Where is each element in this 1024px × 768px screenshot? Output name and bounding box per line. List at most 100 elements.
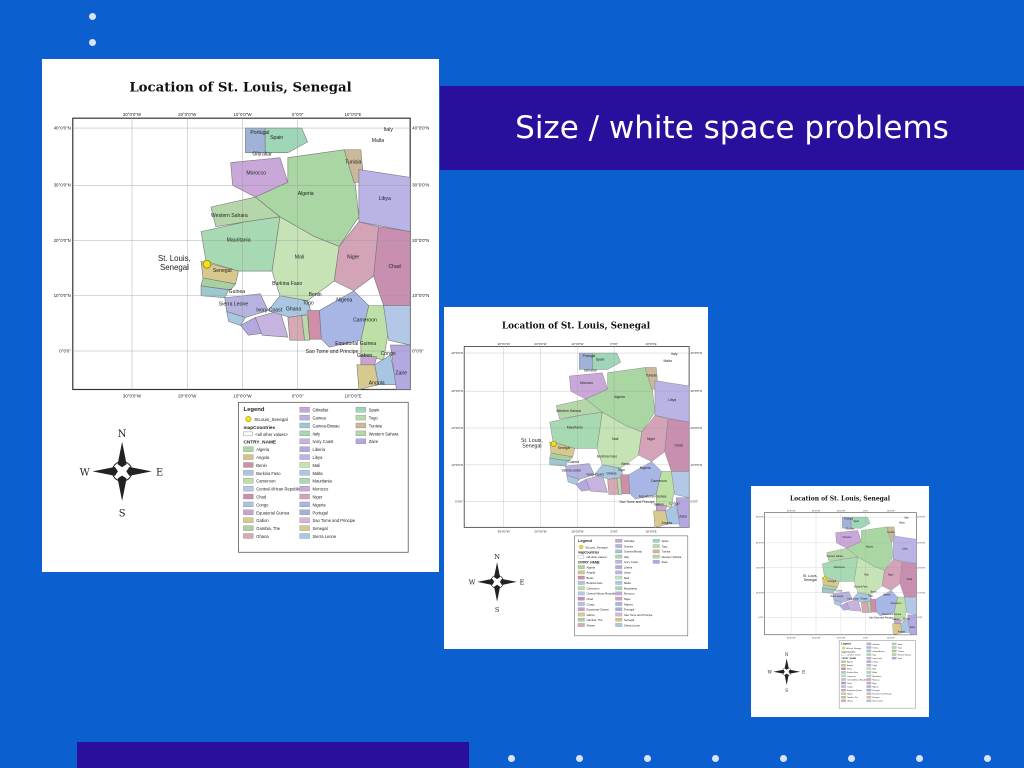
legend-entry-label: Togo <box>662 544 668 548</box>
legend-swatch <box>652 554 660 559</box>
legend-entry-label: Gabon <box>256 518 269 523</box>
legend-swatch <box>243 493 254 500</box>
country-label: Italy <box>384 127 394 133</box>
legend-entry-label: Guinea-Bissau <box>313 423 341 428</box>
legend-entry-label: Tunisia <box>662 550 671 554</box>
legend-swatch <box>577 581 585 585</box>
legend-swatch <box>866 667 872 670</box>
country-label: Guinea <box>568 460 579 464</box>
lat-tick-label: 20°0'0"N <box>756 567 764 569</box>
bullet-dot <box>89 39 96 46</box>
country-label: Mali <box>612 437 618 441</box>
legend-swatch <box>577 591 585 596</box>
site-marker-icon <box>550 440 557 447</box>
country-label: Italy <box>671 352 678 356</box>
site-label: Senegal <box>160 263 189 272</box>
legend-entry-label: Morocco <box>872 679 879 681</box>
legend-swatch <box>243 525 254 531</box>
legend-entry-label: Morocco <box>313 487 330 492</box>
country-label: Benin <box>871 592 878 594</box>
legend-entry-label: Burkina Faso <box>587 581 604 585</box>
lat-tick-label: 0°0'0" <box>455 500 463 504</box>
legend-swatch <box>577 596 585 601</box>
country-label: Zaire <box>679 514 687 518</box>
legend-box: LegendStLouis_SenegalmapCountries<all ot… <box>838 640 916 709</box>
legend-field-name: CNTRY_NAME <box>243 440 276 446</box>
lat-tick-label: 40°0'0"N <box>412 126 429 131</box>
legend-entry-label: Gibraltar <box>624 539 635 543</box>
legend-site-icon <box>842 646 845 650</box>
legend-entry-label: Mali <box>624 576 629 580</box>
lon-tick-label: 20°0'0"W <box>534 530 546 534</box>
legend-entry-label: Sao Tome and Principe <box>313 518 356 523</box>
country-label: Ivory Coast <box>256 308 282 314</box>
legend-entry-label: Niger <box>313 495 323 500</box>
legend-swatch <box>577 586 585 590</box>
country-label: Chad <box>907 579 913 581</box>
lon-tick-label: 10°0'0"W <box>837 637 845 639</box>
compass-w: W <box>469 579 476 587</box>
lon-tick-label: 10°0'0"W <box>233 393 252 398</box>
legend-swatch <box>652 544 660 548</box>
legend-swatch <box>243 462 254 468</box>
country-label: Nigeria <box>336 298 352 304</box>
lon-tick-label: 20°0'0"W <box>534 342 546 346</box>
legend-title: Legend <box>578 538 593 543</box>
lat-tick-label: 10°0'0"N <box>451 463 462 467</box>
legend-swatch <box>891 646 897 649</box>
legend-swatch <box>299 525 310 531</box>
legend-swatch <box>866 685 872 688</box>
country-label: Guinea <box>229 289 246 295</box>
lon-tick-label: 20°0'0"W <box>178 393 197 398</box>
legend-entry-label: Senegal <box>313 526 328 531</box>
country-label: Niger <box>347 254 360 260</box>
country-label: Libya <box>902 549 908 551</box>
footer-band <box>77 742 469 768</box>
lon-tick-label: 30°0'0"W <box>123 112 142 117</box>
country-label: Mauritania <box>227 238 251 244</box>
legend-entry-label: Cameroon <box>587 586 600 590</box>
country-label: Sierra Leone <box>562 468 582 472</box>
lat-tick-label: 0°0'0" <box>758 617 763 619</box>
lat-tick-label: 10°0'0"N <box>690 463 701 467</box>
legend-entry-label: Malta <box>313 471 324 476</box>
lat-tick-label: 30°0'0"N <box>412 183 429 188</box>
lon-tick-label: 10°0'0"W <box>233 112 252 117</box>
lon-tick-label: 30°0'0"W <box>123 393 142 398</box>
legend-swatch <box>615 560 623 564</box>
lon-tick-label: 10°0'0"E <box>645 342 656 346</box>
legend-swatch <box>615 612 623 617</box>
legend-swatch <box>243 446 254 452</box>
legend-swatch <box>615 581 623 585</box>
legend-entry-label: Angola <box>256 455 270 460</box>
legend-swatch <box>577 607 585 611</box>
legend-entry-label: Guinea-Bissau <box>624 550 643 554</box>
legend-swatch <box>841 674 846 678</box>
legend-other-values: <all other values> <box>586 555 608 559</box>
country-label: Tunisia <box>345 160 361 166</box>
legend-swatch <box>299 446 310 452</box>
legend-entry-label: Sao Tome and Principe <box>624 613 653 617</box>
country-label: Libya <box>379 196 391 202</box>
legend-entry-label: Guinea <box>872 647 879 649</box>
legend-swatch <box>577 555 585 559</box>
legend-swatch <box>866 681 872 685</box>
legend-entry-label: Equatorial Guinea <box>587 608 609 612</box>
compass-s: S <box>495 606 500 614</box>
legend-swatch <box>299 470 310 476</box>
legend-entry-label: Spain <box>898 644 903 646</box>
country-label: Gibraltar <box>584 368 598 372</box>
site-label: St. Louis, <box>521 438 543 444</box>
legend-entry-label: Burkina Faso <box>256 471 281 476</box>
site-label: Senegal <box>804 578 817 582</box>
compass-w: W <box>80 467 91 478</box>
legend-entry-label: Togo <box>369 416 379 421</box>
legend-entry-label: Guinea <box>313 416 327 421</box>
legend-swatch <box>866 642 872 646</box>
legend-entry-label: Gabon <box>587 613 596 617</box>
legend-entry-label: Ghana <box>256 534 269 539</box>
legend-swatch <box>355 414 366 421</box>
lon-tick-label: 10°0'0"W <box>571 342 583 346</box>
legend-swatch <box>615 586 623 590</box>
legend-swatch <box>299 454 310 460</box>
